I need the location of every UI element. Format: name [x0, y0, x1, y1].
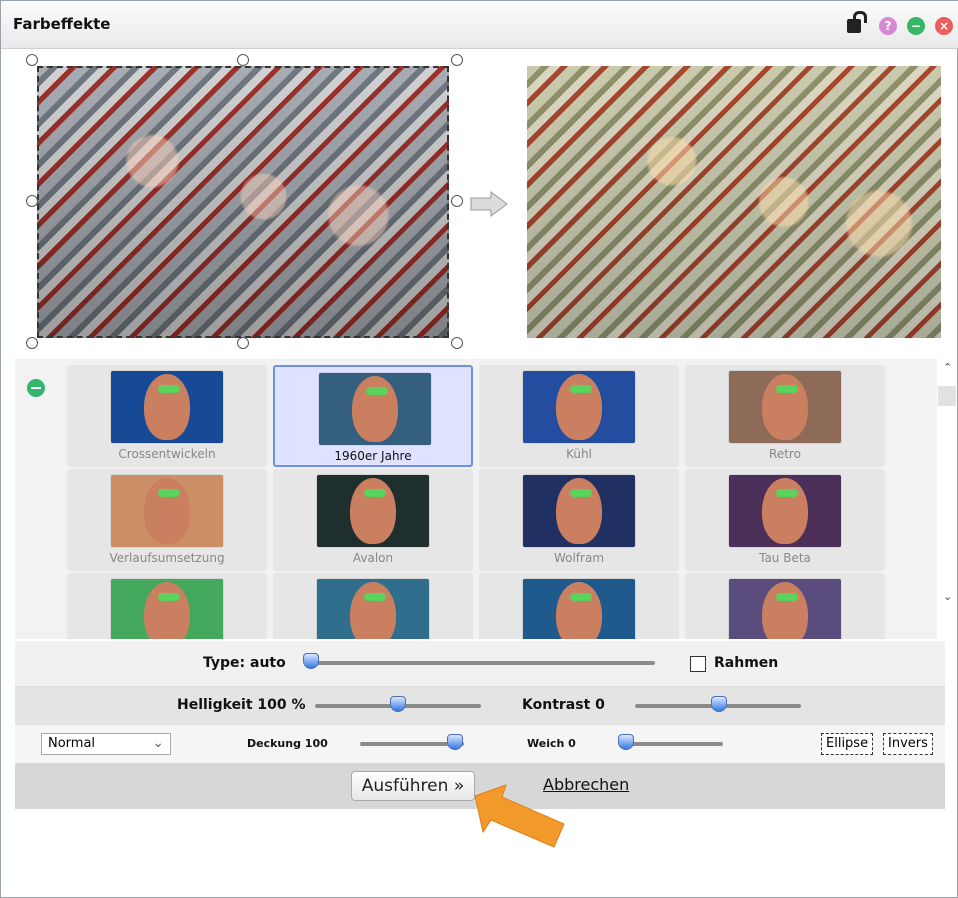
close-icon[interactable]: × [935, 17, 953, 35]
effect-partial-2[interactable] [273, 573, 473, 639]
minimize-icon[interactable]: − [907, 17, 925, 35]
weich-slider-track[interactable] [619, 742, 723, 746]
scroll-down-icon[interactable]: ⌄ [943, 590, 952, 603]
blend-mode-select[interactable]: Normal [41, 733, 171, 755]
effect-thumbnail [317, 475, 429, 547]
crop-handle-bottom-left[interactable] [26, 337, 38, 349]
type-slider-handle[interactable] [303, 653, 319, 669]
crop-handle-top-right[interactable] [451, 54, 463, 66]
crop-handle-top[interactable] [237, 54, 249, 66]
scroll-thumb[interactable] [938, 386, 956, 406]
ausfuehren-button[interactable]: Ausführen » [351, 771, 475, 801]
effect-thumbnail [729, 579, 841, 639]
effect-crossentwickeln[interactable]: Crossentwickeln [67, 365, 267, 467]
farbeffekte-dialog: Farbeffekte ? − × Crossentwickeln 1960er… [0, 0, 958, 898]
effect-avalon[interactable]: Avalon [273, 469, 473, 571]
collapse-icon[interactable] [27, 379, 45, 397]
dialog-title: Farbeffekte [13, 15, 111, 33]
effects-list: Crossentwickeln 1960er Jahre Kühl Retro … [15, 359, 945, 639]
deckung-label: Deckung 100 [247, 737, 328, 750]
crop-handle-bottom-right[interactable] [451, 337, 463, 349]
weich-slider-handle[interactable] [618, 734, 634, 750]
kontrast-label: Kontrast 0 [522, 697, 605, 713]
effect-verlaufsumsetzung[interactable]: Verlaufsumsetzung [67, 469, 267, 571]
type-slider-track[interactable] [305, 661, 655, 665]
effect-thumbnail [523, 475, 635, 547]
effect-retro[interactable]: Retro [685, 365, 885, 467]
scroll-up-icon[interactable]: ⌃ [943, 361, 952, 374]
effect-label: 1960er Jahre [334, 449, 412, 463]
effect-label: Kühl [566, 447, 592, 461]
effect-tau-beta[interactable]: Tau Beta [685, 469, 885, 571]
effect-thumbnail [729, 475, 841, 547]
effect-thumbnail [523, 579, 635, 639]
effect-label: Retro [769, 447, 801, 461]
crop-handle-right[interactable] [451, 195, 463, 207]
effect-wolfram[interactable]: Wolfram [479, 469, 679, 571]
blend-controls: Normal Deckung 100 Weich 0 Ellipse Inver… [15, 725, 945, 763]
effects-scrollbar[interactable]: ⌃ ⌄ [937, 359, 957, 639]
type-label: Type: auto [203, 655, 286, 671]
effect-label: Tau Beta [759, 551, 811, 565]
effect-label: Wolfram [553, 551, 605, 565]
effect-thumbnail [111, 371, 223, 443]
type-controls: Type: auto Rahmen [15, 641, 945, 687]
right-arrow-icon [470, 191, 508, 217]
effect-partial-1[interactable] [67, 573, 267, 639]
effect-label: Crossentwickeln [118, 447, 216, 461]
effect-thumbnail [111, 475, 223, 547]
effect-preview-image [527, 66, 941, 338]
effect-kuehl[interactable]: Kühl [479, 365, 679, 467]
lock-icon[interactable] [847, 11, 867, 33]
effect-label: Verlaufsumsetzung [109, 551, 225, 565]
effect-partial-3[interactable] [479, 573, 679, 639]
brightness-contrast-controls: Helligkeit 100 % Kontrast 0 [15, 687, 945, 725]
weich-label: Weich 0 [527, 737, 576, 750]
helligkeit-label: Helligkeit 100 % [177, 697, 306, 713]
invers-button[interactable]: Invers [883, 733, 933, 755]
orange-pointer-arrow-icon [474, 784, 565, 848]
effect-thumbnail [111, 579, 223, 639]
effect-partial-4[interactable] [685, 573, 885, 639]
selection-frame[interactable] [37, 66, 449, 338]
help-icon[interactable]: ? [879, 17, 897, 35]
kontrast-slider-handle[interactable] [711, 696, 727, 712]
effects-grid: Crossentwickeln 1960er Jahre Kühl Retro … [67, 365, 887, 639]
crop-handle-left[interactable] [26, 195, 38, 207]
effect-label: Avalon [352, 551, 394, 565]
effect-thumbnail [523, 371, 635, 443]
rahmen-checkbox[interactable] [690, 656, 706, 672]
effect-thumbnail [319, 373, 431, 445]
ellipse-button[interactable]: Ellipse [821, 733, 874, 755]
effect-thumbnail [729, 371, 841, 443]
crop-handle-bottom[interactable] [237, 337, 249, 349]
helligkeit-slider-handle[interactable] [390, 696, 406, 712]
effect-1960er-jahre[interactable]: 1960er Jahre [273, 365, 473, 467]
deckung-slider-handle[interactable] [447, 734, 463, 750]
rahmen-label: Rahmen [714, 655, 779, 671]
effect-thumbnail [317, 579, 429, 639]
titlebar: Farbeffekte ? − × [1, 1, 958, 49]
crop-handle-top-left[interactable] [26, 54, 38, 66]
